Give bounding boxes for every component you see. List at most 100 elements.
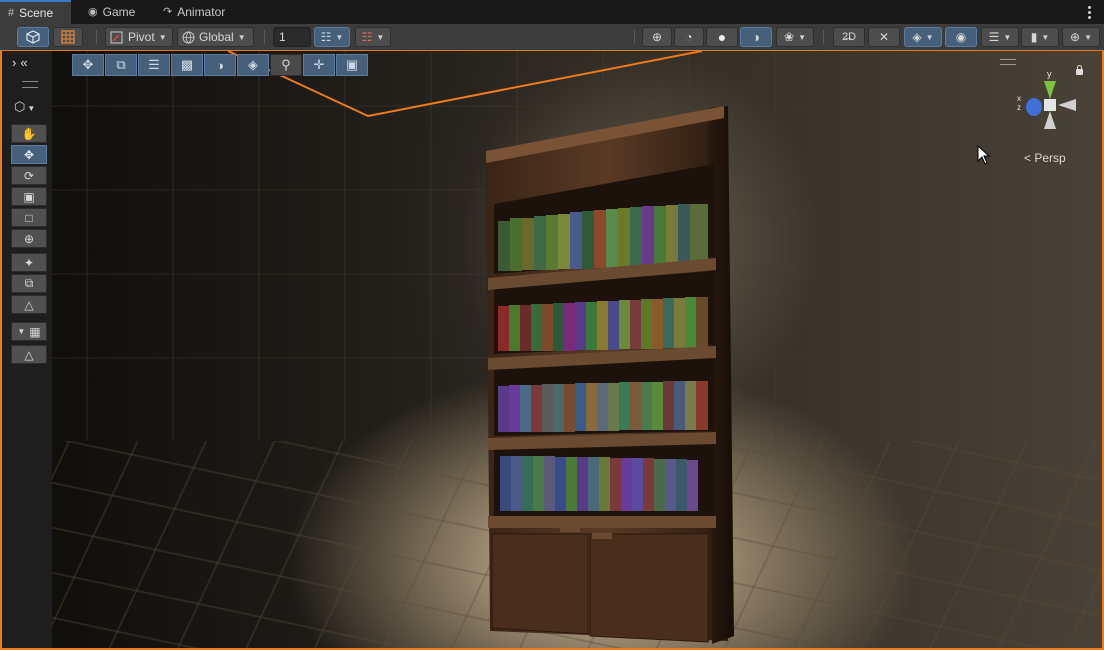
- camera-settings-button[interactable]: ▮ ▼: [1021, 27, 1059, 47]
- draw-mode-3d-button[interactable]: [17, 27, 49, 47]
- chevron-down-icon: ▼: [376, 32, 385, 42]
- navmesh-overlay-button[interactable]: ◈: [237, 54, 269, 76]
- gizmo-drag-handle[interactable]: [1000, 59, 1016, 65]
- component-tool-button[interactable]: ⧉: [11, 274, 47, 293]
- rect-transform-icon: □: [25, 210, 33, 225]
- camera-overlay-button[interactable]: ▣: [336, 54, 368, 76]
- orientation-gizmo[interactable]: y x z: [1014, 69, 1084, 139]
- rect-tool-button[interactable]: □: [11, 208, 47, 227]
- 2d-toggle-button[interactable]: 2̶D: [833, 27, 865, 47]
- chevron-down-icon: ▼: [335, 32, 344, 42]
- lighting-overlay-button[interactable]: ◑: [204, 54, 236, 76]
- effects-toggle-button[interactable]: ◈ ▼: [904, 27, 942, 47]
- scale-tool-button[interactable]: ▣: [11, 187, 47, 206]
- book-row: [498, 381, 708, 432]
- collapse-panel-icon[interactable]: ›«: [12, 55, 32, 70]
- shading-shaded-wireframe-button[interactable]: ◔: [674, 27, 704, 47]
- bookcase-model[interactable]: [472, 96, 742, 650]
- shading-shaded-button[interactable]: ●: [706, 27, 738, 47]
- tools-overlay-panel: ›« ⬡ ▼ ✋ ✥ ⟳ ▣ □ ⊕ ✦ ⧉ △ ▼ ▦ △: [2, 51, 52, 648]
- debug-draw-mode-button[interactable]: ❀ ▼: [776, 27, 814, 47]
- global-dropdown[interactable]: Global ▼: [177, 27, 254, 47]
- pivot-dropdown[interactable]: Pivot ▼: [105, 27, 173, 47]
- hand-icon: ✋: [21, 126, 37, 141]
- grid-overlay-button[interactable]: ▩: [171, 54, 203, 76]
- chevron-down-icon: ▼: [17, 327, 26, 336]
- chevron-down-icon: ▼: [1041, 32, 1050, 42]
- move-tool-icon: ✥: [23, 147, 35, 162]
- transform-gizmo-icon: ⊕: [23, 231, 35, 246]
- grid-shading-button[interactable]: [53, 27, 83, 47]
- pivot-label: Pivot: [128, 30, 155, 44]
- chevron-down-icon: ▼: [237, 32, 246, 42]
- shading-wireframe-button[interactable]: ⊕: [642, 27, 672, 47]
- animator-icon: ↷: [163, 6, 173, 18]
- layers-dropdown-button[interactable]: ☰ ▼: [981, 27, 1019, 47]
- gizmo-x-label: x: [1017, 94, 1021, 103]
- probe-icon: △: [24, 297, 34, 312]
- layers-icon: ☰: [988, 30, 1000, 44]
- gamepad-icon: ◉: [88, 6, 98, 18]
- move-handle-button[interactable]: ✥: [72, 54, 104, 76]
- grid-visibility-icon: ☷: [361, 30, 373, 44]
- custom-tool-button[interactable]: ✦: [11, 253, 47, 272]
- cabinet-doors: [491, 526, 709, 643]
- globe-icon: [182, 31, 195, 43]
- pivot-overlay-button[interactable]: ✛: [303, 54, 335, 76]
- grid-snapping-button[interactable]: ☷ ▼: [314, 27, 350, 47]
- shading-unlit-button[interactable]: ◑: [740, 27, 772, 47]
- tab-animator[interactable]: ↷ Animator: [155, 0, 233, 24]
- layers-diamond-icon: ◈: [248, 57, 258, 72]
- gizmo-icon: ⊕: [1070, 30, 1081, 44]
- drag-handle[interactable]: [22, 81, 38, 88]
- snap-tool-button[interactable]: △: [11, 345, 47, 364]
- lighting-toggle-button[interactable]: ✕: [868, 27, 900, 47]
- rotate-icon: ⟳: [23, 168, 35, 183]
- light-off-icon: ✕: [878, 30, 890, 44]
- grid-increment-field[interactable]: 1: [273, 27, 311, 47]
- mouse-cursor-icon: [977, 145, 991, 165]
- chevron-down-icon: ▼: [925, 32, 934, 42]
- align-button[interactable]: ☰: [138, 54, 170, 76]
- lock-icon[interactable]: [1076, 65, 1083, 75]
- transform-tool-button[interactable]: ⊕: [11, 229, 47, 248]
- custom-tool-icon: ✦: [23, 255, 35, 270]
- hand-tool-button[interactable]: ✋: [11, 124, 47, 143]
- move-tool-button[interactable]: ✥: [11, 145, 47, 164]
- projection-toggle[interactable]: < Persp: [1024, 151, 1066, 165]
- search-icon: ⚲: [281, 57, 291, 72]
- gizmos-dropdown-button[interactable]: ⊕ ▼: [1062, 27, 1100, 47]
- grid-visibility-button[interactable]: ☷ ▼: [355, 27, 391, 47]
- transform-toggle-button[interactable]: ⧉: [105, 54, 137, 76]
- chevron-down-icon: ▼: [1003, 32, 1012, 42]
- pivot-cross-icon: ✛: [313, 57, 325, 72]
- half-sphere-icon: ◑: [216, 57, 224, 73]
- scene-viewport[interactable]: ✥ ⧉ ☰ ▩ ◑ ◈ ⚲ ✛ ▣ ›« ⬡ ▼ ✋ ✥ ⟳ ▣ □ ⊕ ✦ ⧉ …: [0, 50, 1104, 650]
- rotate-tool-button[interactable]: ⟳: [11, 166, 47, 185]
- overlay-toolbar: ✥ ⧉ ☰ ▩ ◑ ◈ ⚲ ✛ ▣: [72, 54, 368, 76]
- tab-animator-label: Animator: [177, 5, 226, 19]
- shaded-wireframe-icon: ◔: [685, 30, 693, 44]
- grid-tool-dropdown[interactable]: ▼ ▦: [11, 322, 47, 341]
- copy-box-icon: ⧉: [24, 276, 34, 290]
- grid-icon: #: [8, 7, 15, 19]
- grid-shade-icon: [61, 30, 75, 44]
- scene-visibility-button[interactable]: ◉: [945, 27, 977, 47]
- window-tab-bar: # Scene ◉ Game ↷ Animator: [0, 0, 1104, 24]
- toolbar-separator: [823, 30, 824, 44]
- pivot-icon: [110, 31, 123, 43]
- tab-scene[interactable]: # Scene: [0, 0, 71, 24]
- toolbar-separator: [634, 30, 635, 44]
- bug-icon: ❀: [784, 30, 795, 44]
- tool-context-dropdown[interactable]: ⬡ ▼: [14, 99, 35, 115]
- more-options-icon[interactable]: [1082, 3, 1096, 21]
- tab-game[interactable]: ◉ Game: [80, 0, 143, 24]
- effects-layers-icon: ◈: [912, 30, 922, 44]
- 2d-icon: 2̶D: [841, 31, 857, 43]
- probe-tool-button[interactable]: △: [11, 295, 47, 314]
- tab-scene-label: Scene: [19, 6, 54, 20]
- search-overlay-button[interactable]: ⚲: [270, 54, 302, 76]
- global-label: Global: [199, 30, 234, 44]
- transform-icon: ⧉: [116, 57, 126, 72]
- grid-snap-icon: ☷: [320, 30, 332, 44]
